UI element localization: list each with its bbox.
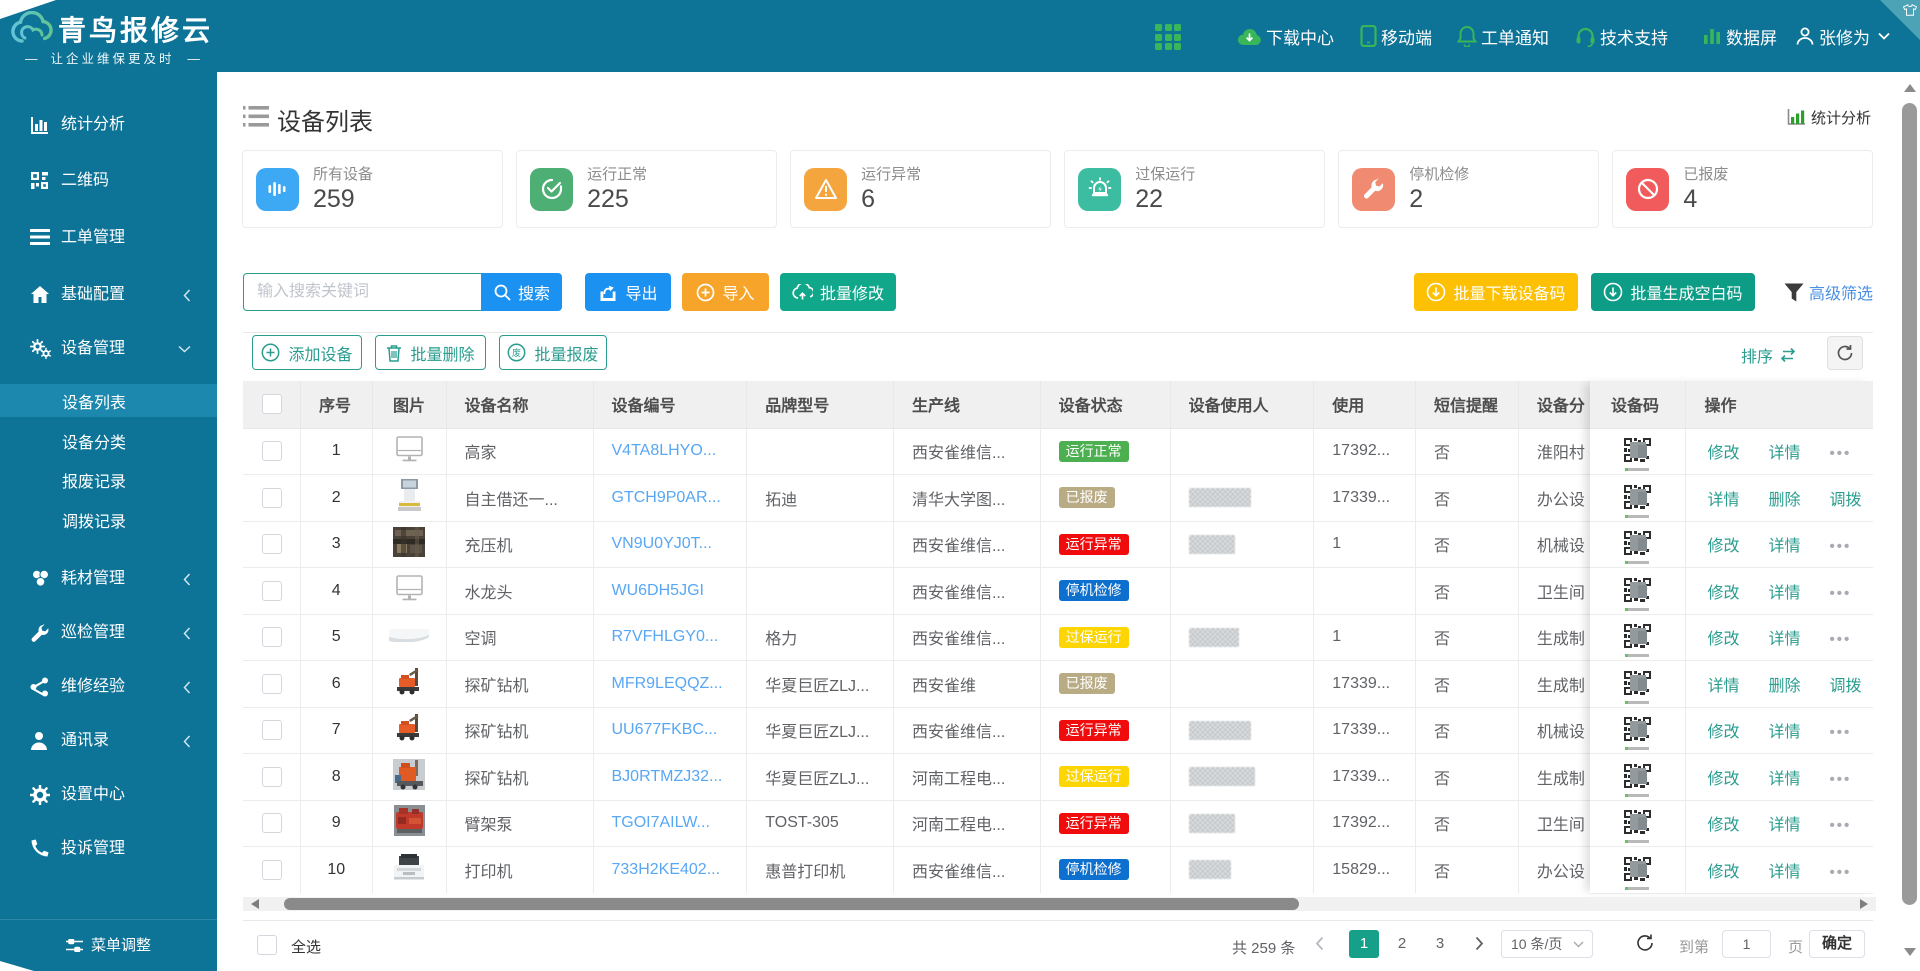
svg-text:废: 废 xyxy=(512,347,521,358)
